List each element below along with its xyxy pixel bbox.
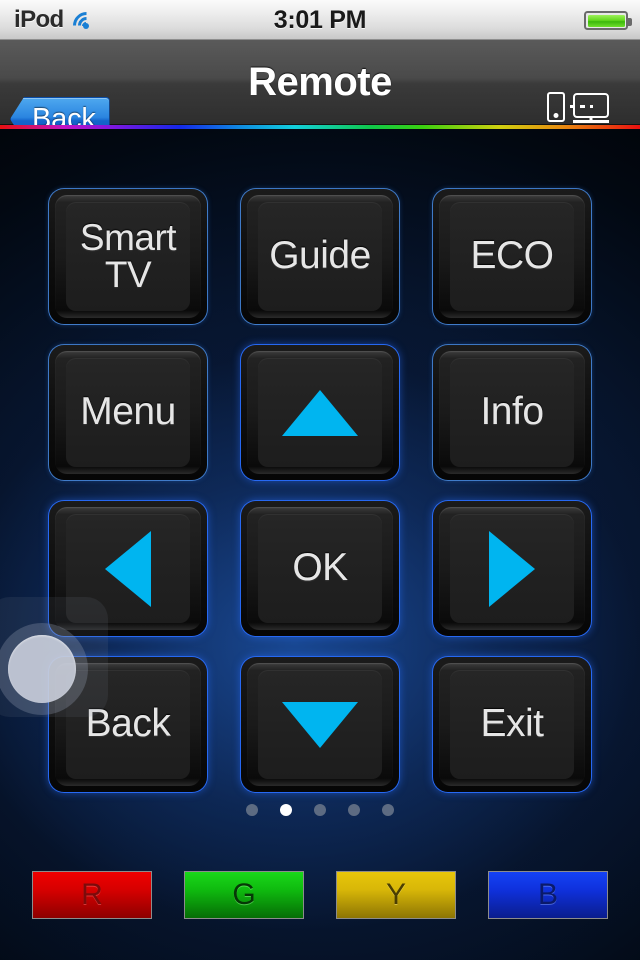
key-face: Exit: [450, 670, 574, 779]
color-button-label: G: [232, 878, 256, 911]
page-indicator[interactable]: [0, 804, 640, 816]
key-bezel: Guide: [247, 195, 393, 318]
key-face: OK: [258, 514, 382, 623]
color-button-red[interactable]: R: [32, 871, 152, 919]
page-dot-1[interactable]: [246, 804, 258, 816]
page-dot-2[interactable]: [280, 804, 292, 816]
key-face: [258, 670, 382, 779]
clock-label: 3:01 PM: [273, 5, 367, 34]
status-bar: iPod 3:01 PM: [0, 0, 640, 45]
key-up[interactable]: [240, 344, 400, 481]
remote-keypad: Smart TV Guide ECO Menu Info OK Back Exi…: [48, 188, 592, 811]
key-bezel: ECO: [439, 195, 585, 318]
arrow-left-icon: [105, 530, 151, 607]
key-bezel: [439, 507, 585, 630]
arrow-down-icon: [282, 701, 358, 748]
key-down[interactable]: [240, 656, 400, 793]
key-label: ECO: [470, 234, 554, 278]
remote-app-screen: iPod 3:01 PM Remote Back DLNA: [0, 0, 640, 960]
key-menu[interactable]: Menu: [48, 344, 208, 481]
dlna-cast-icon: [533, 88, 619, 128]
key-face: Menu: [66, 358, 190, 467]
key-exit[interactable]: Exit: [432, 656, 592, 793]
key-face: [258, 358, 382, 467]
key-bezel: Info: [439, 351, 585, 474]
color-button-yellow[interactable]: Y: [336, 871, 456, 919]
battery-fill: [587, 14, 625, 27]
page-dot-4[interactable]: [348, 804, 360, 816]
arrow-up-icon: [282, 389, 358, 436]
color-button-label: B: [537, 878, 558, 911]
key-face: Smart TV: [66, 202, 190, 311]
key-bezel: Menu: [55, 351, 201, 474]
key-bezel: Exit: [439, 663, 585, 786]
color-button-bar: R G Y B: [32, 871, 608, 919]
color-button-blue[interactable]: B: [488, 871, 608, 919]
assistive-touch-core: [8, 635, 76, 703]
navigation-bar: Remote Back DLNA: [0, 40, 640, 152]
key-label: Smart TV: [79, 217, 177, 295]
key-info[interactable]: Info: [432, 344, 592, 481]
key-bezel: Smart TV: [55, 195, 201, 318]
remote-panel: Smart TV Guide ECO Menu Info OK Back Exi…: [0, 129, 640, 960]
key-label: Exit: [480, 702, 544, 746]
key-face: ECO: [450, 202, 574, 311]
assistive-touch-button[interactable]: [0, 597, 108, 717]
key-guide[interactable]: Guide: [240, 188, 400, 325]
key-label: Menu: [80, 390, 176, 434]
key-ok[interactable]: OK: [240, 500, 400, 637]
page-dot-5[interactable]: [382, 804, 394, 816]
arrow-right-icon: [489, 530, 535, 607]
key-eco[interactable]: ECO: [432, 188, 592, 325]
key-face: Guide: [258, 202, 382, 311]
key-smart-tv[interactable]: Smart TV: [48, 188, 208, 325]
key-label: Info: [480, 390, 544, 434]
battery-icon: [584, 11, 632, 30]
color-button-green[interactable]: G: [184, 871, 304, 919]
key-label: OK: [292, 546, 348, 590]
key-right[interactable]: [432, 500, 592, 637]
color-button-label: R: [81, 878, 103, 911]
color-button-label: Y: [385, 878, 406, 911]
key-face: Info: [450, 358, 574, 467]
page-dot-3[interactable]: [314, 804, 326, 816]
key-label: Guide: [269, 234, 371, 278]
key-bezel: [247, 663, 393, 786]
key-face: [450, 514, 574, 623]
key-bezel: [247, 351, 393, 474]
key-bezel: OK: [247, 507, 393, 630]
